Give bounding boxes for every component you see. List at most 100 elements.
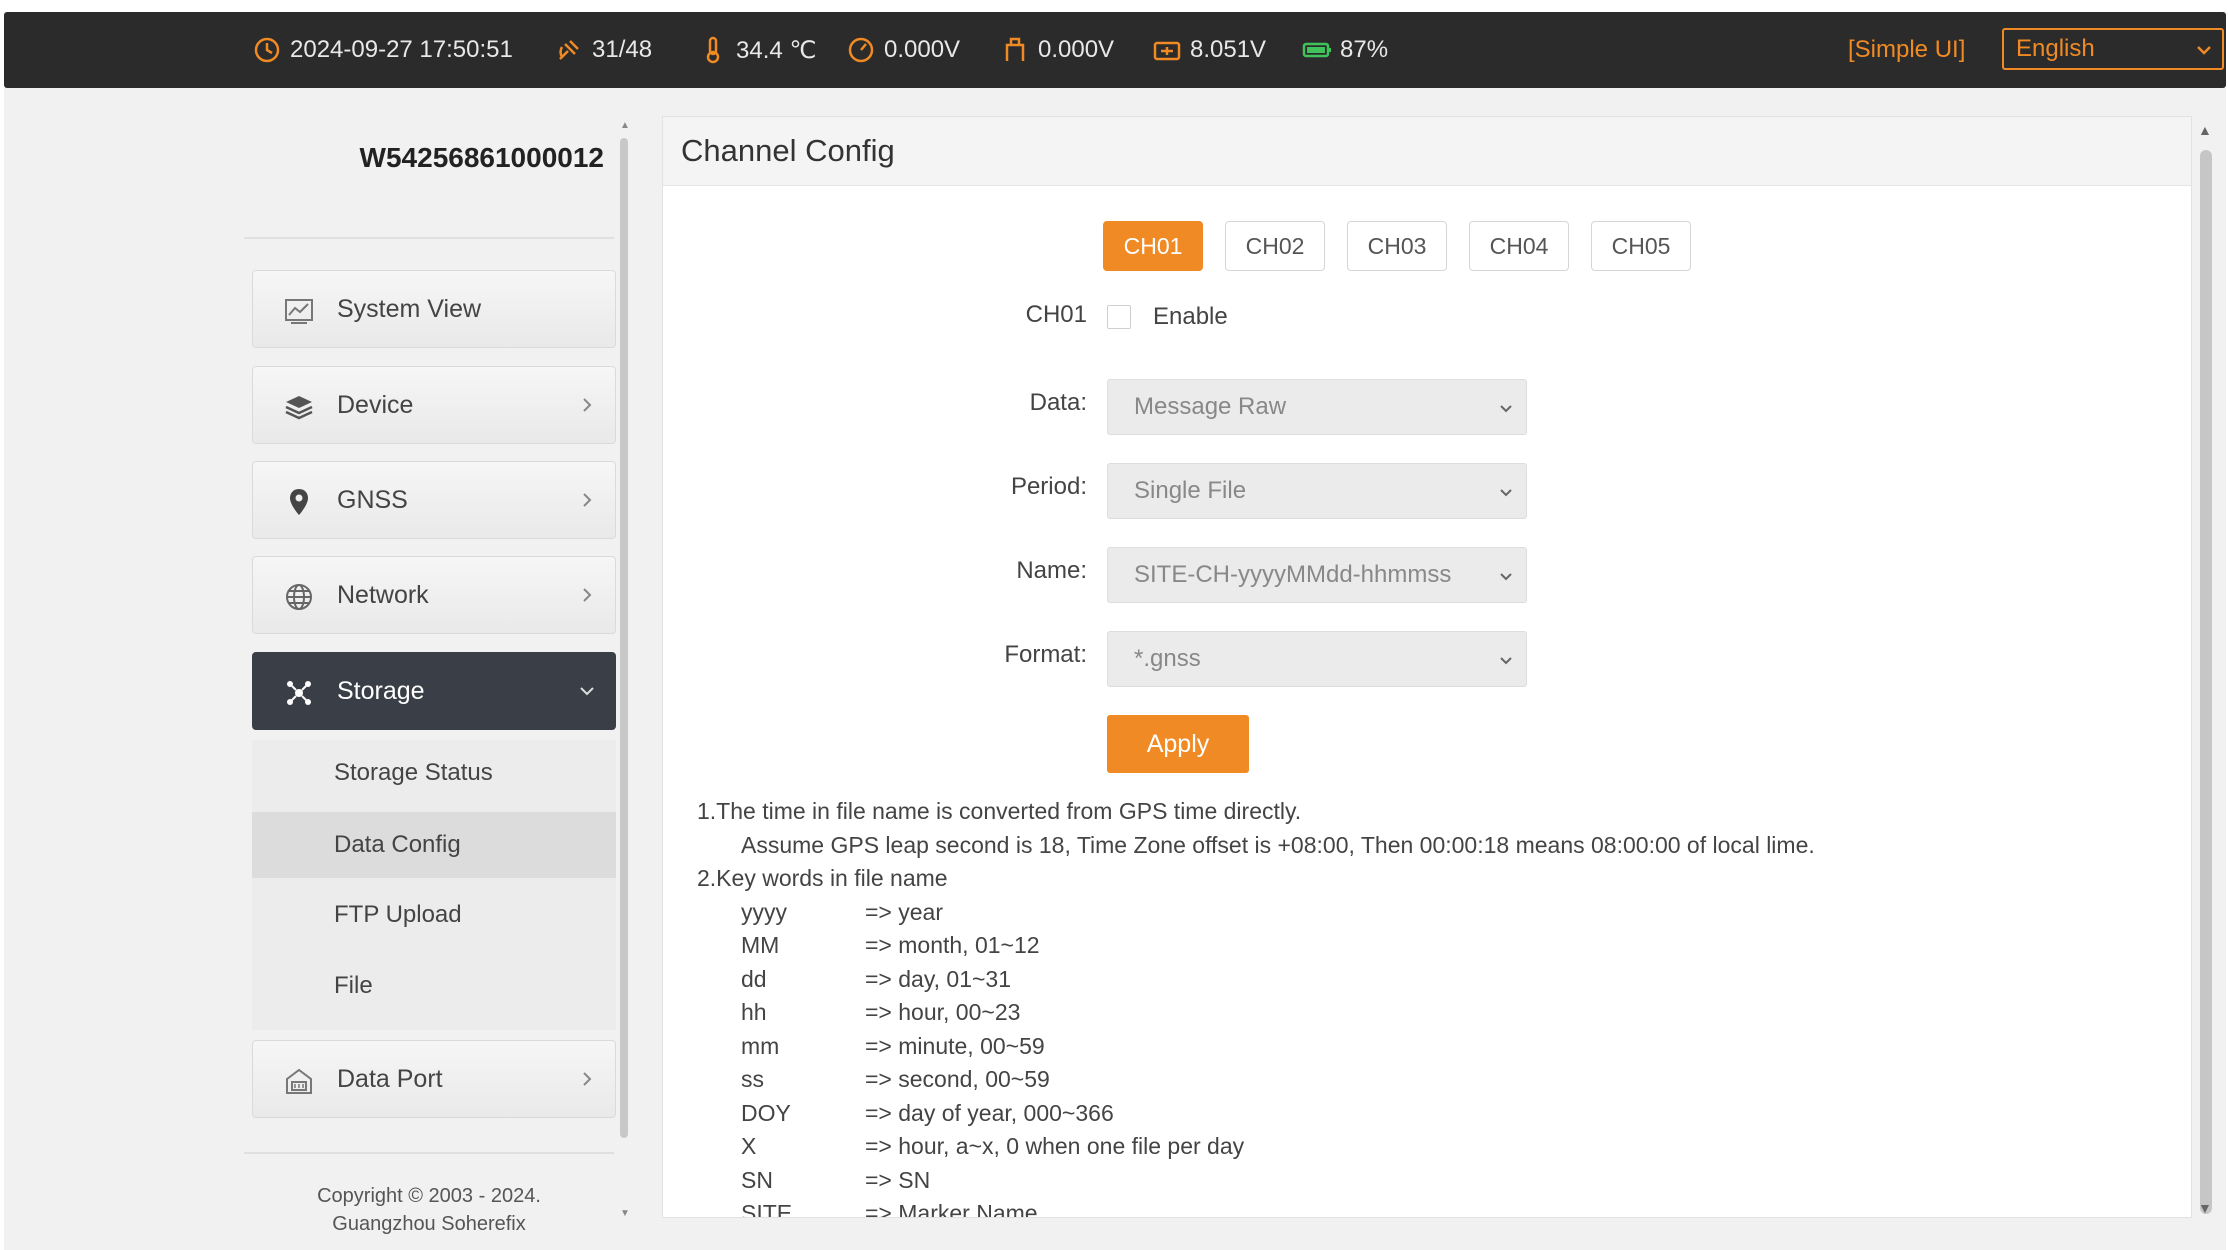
keyword-key: yyyy — [741, 898, 787, 925]
location-pin-icon — [290, 489, 308, 515]
keyword-key: mm — [741, 1032, 780, 1059]
submenu-file[interactable]: File — [252, 953, 616, 1019]
keyword-desc: => SN — [865, 1166, 931, 1193]
tab-ch02[interactable]: CH02 — [1225, 221, 1325, 271]
keyword-desc: => day, 01~31 — [865, 965, 1012, 992]
top-status-bar: 2024-09-27 17:50:51 31/48 34.4 ℃ 0.000V … — [4, 12, 2226, 88]
scroll-down-arrow[interactable]: ▼ — [2198, 1200, 2212, 1216]
panel-header: Channel Config — [663, 117, 2191, 186]
chevron-down-icon — [1500, 573, 1512, 581]
main-scroll-thumb[interactable] — [2200, 150, 2212, 1214]
main-scrollbar[interactable]: ▲ ▼ — [2196, 120, 2214, 1220]
battery-stat: 87% — [1302, 12, 1388, 88]
name-row: Name: SITE-CH-yyyyMMdd-hhmmss — [663, 547, 2191, 603]
data-row: Data: Message Raw — [663, 379, 2191, 435]
sidebar-item-system-view[interactable]: System View — [252, 270, 616, 348]
format-select-value: *.gnss — [1134, 645, 1201, 672]
channel-label: CH01 — [1025, 301, 1087, 328]
period-select-value: Single File — [1134, 477, 1247, 504]
plug-icon — [1005, 37, 1025, 61]
keyword-row: yyyy => year — [697, 896, 2157, 930]
keyword-key: DOY — [741, 1099, 791, 1126]
apply-button[interactable]: Apply — [1107, 715, 1249, 773]
keyword-desc: => hour, 00~23 — [865, 999, 1021, 1025]
datetime-text: 2024-09-27 17:50:51 — [290, 36, 513, 63]
submenu-storage-status[interactable]: Storage Status — [252, 740, 616, 806]
gauge-icon — [848, 37, 874, 63]
power-supply-icon — [1153, 41, 1181, 61]
note-line: 2.Key words in file name — [697, 865, 948, 891]
tab-ch01[interactable]: CH01 — [1103, 221, 1203, 271]
chevron-down-icon — [580, 687, 594, 696]
keyword-desc: => second, 00~59 — [865, 1066, 1050, 1092]
page-title: Channel Config — [681, 133, 895, 168]
temperature-text: 34.4 ℃ — [736, 36, 817, 64]
keyword-row: SITE => Marker Name — [697, 1197, 2157, 1218]
enable-row: CH01 Enable — [663, 297, 2191, 337]
keyword-desc: => day of year, 000~366 — [865, 1099, 1114, 1126]
format-row: Format: *.gnss — [663, 631, 2191, 687]
simple-ui-link[interactable]: [Simple UI] — [1848, 12, 1965, 88]
keyword-row: dd => day, 01~31 — [697, 963, 2157, 997]
sidebar-item-label: System View — [337, 294, 482, 323]
chevron-down-icon — [1500, 489, 1512, 497]
copyright-text: Copyright © 2003 - 2024. Guangzhou Soher… — [244, 1182, 614, 1238]
data-select-value: Message Raw — [1134, 393, 1287, 420]
enable-checkbox[interactable] — [1107, 305, 1131, 329]
keyword-desc: => month, 01~12 — [865, 932, 1040, 958]
voltage2-stat: 0.000V — [1000, 12, 1114, 88]
tab-ch04[interactable]: CH04 — [1469, 221, 1569, 271]
storage-submenu: Storage Status Data Config FTP Upload Fi… — [252, 740, 616, 1030]
tab-ch03[interactable]: CH03 — [1347, 221, 1447, 271]
keyword-key: dd — [741, 965, 767, 992]
tab-ch05[interactable]: CH05 — [1591, 221, 1691, 271]
keyword-desc: => minute, 00~59 — [865, 1032, 1045, 1059]
submenu-data-config[interactable]: Data Config — [252, 812, 616, 878]
keyword-row: MM => month, 01~12 — [697, 929, 2157, 963]
scroll-down-arrow[interactable]: ▼ — [620, 1208, 630, 1219]
sidebar-item-device[interactable]: Device — [252, 366, 616, 444]
keyword-desc: => year — [865, 898, 943, 925]
chevron-right-icon — [583, 493, 592, 507]
chevron-right-icon — [583, 398, 592, 412]
data-label: Data: — [1029, 389, 1087, 416]
keyword-key: hh — [741, 999, 767, 1025]
sidebar-item-storage[interactable]: Storage — [252, 652, 616, 730]
sidebar-item-label: GNSS — [337, 485, 408, 514]
period-select[interactable]: Single File — [1107, 463, 1527, 519]
sidebar-item-network[interactable]: Network — [252, 556, 616, 634]
keyword-row: X => hour, a~x, 0 when one file per day — [697, 1130, 2157, 1164]
storage-icon — [287, 681, 311, 705]
sidebar-scrollbar[interactable]: ▲ ▼ — [620, 120, 630, 1219]
keyword-desc: => hour, a~x, 0 when one file per day — [865, 1133, 1245, 1159]
sidebar-item-label: Network — [337, 580, 429, 609]
scroll-up-arrow[interactable]: ▲ — [2198, 122, 2212, 138]
period-row: Period: Single File — [663, 463, 2191, 519]
battery-text: 87% — [1340, 36, 1389, 63]
sidebar-item-label: Device — [337, 390, 414, 419]
sidebar-item-data-port[interactable]: Data Port — [252, 1040, 616, 1118]
copyright-line: Guangzhou Soherefix — [332, 1213, 526, 1235]
keyword-row: DOY => day of year, 000~366 — [697, 1097, 2157, 1131]
name-select-value: SITE-CH-yyyyMMdd-hhmmss — [1134, 561, 1452, 588]
keyword-desc: => Marker Name — [865, 1200, 1038, 1218]
data-select[interactable]: Message Raw — [1107, 379, 1527, 435]
temperature-stat: 34.4 ℃ — [698, 12, 816, 88]
device-serial: W54256861000012 — [359, 142, 604, 173]
language-value: English — [2016, 35, 2095, 62]
keyword-row: SN => SN — [697, 1164, 2157, 1198]
keyword-row: ss => second, 00~59 — [697, 1063, 2157, 1097]
submenu-ftp-upload[interactable]: FTP Upload — [252, 882, 616, 948]
sidebar-scroll-thumb[interactable] — [620, 138, 628, 1138]
chevron-down-icon — [1500, 405, 1512, 413]
voltage3-text: 8.051V — [1190, 36, 1267, 63]
language-select[interactable]: English — [2002, 28, 2224, 70]
voltage3-stat: 8.051V — [1152, 12, 1266, 88]
keyword-row: mm => minute, 00~59 — [697, 1030, 2157, 1064]
format-label: Format: — [1004, 641, 1087, 668]
period-label: Period: — [1010, 473, 1087, 500]
scroll-up-arrow[interactable]: ▲ — [620, 120, 630, 131]
format-select[interactable]: *.gnss — [1107, 631, 1527, 687]
sidebar-item-gnss[interactable]: GNSS — [252, 461, 616, 539]
name-select[interactable]: SITE-CH-yyyyMMdd-hhmmss — [1107, 547, 1527, 603]
